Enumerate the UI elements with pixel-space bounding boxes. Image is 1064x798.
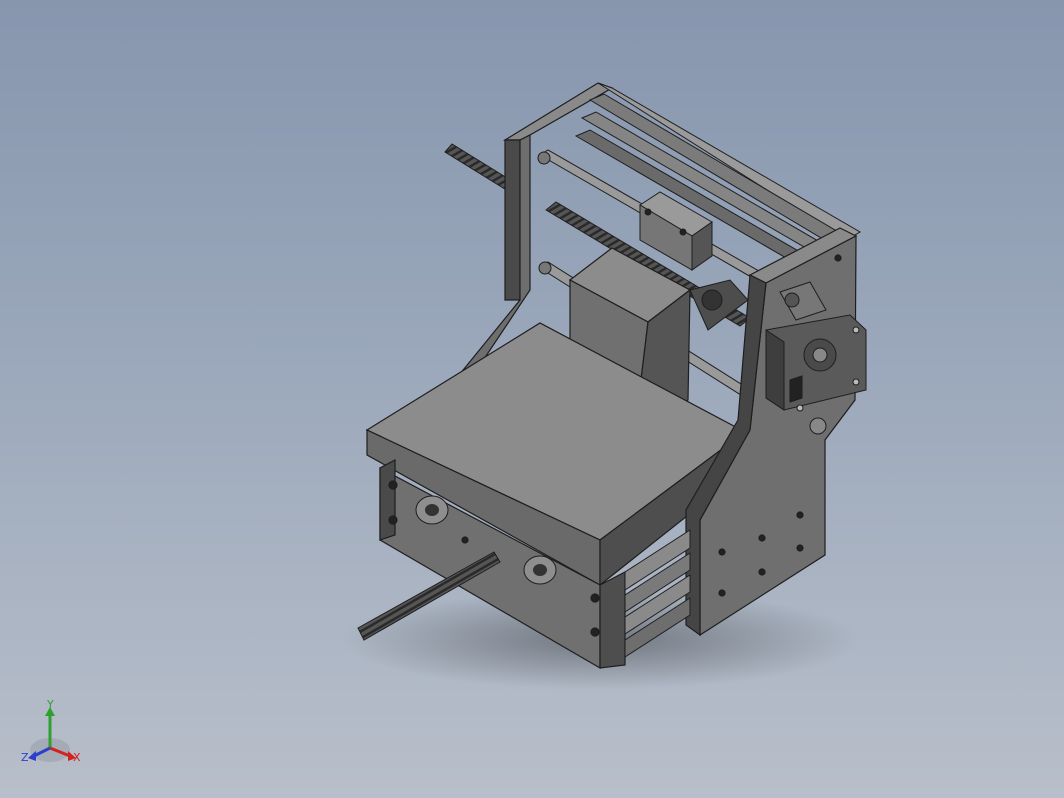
triad-z-label: Z	[21, 751, 29, 764]
triad-y-label: Y	[46, 700, 54, 711]
front-bearing-collar-left[interactable]	[415, 495, 449, 525]
view-orientation-triad[interactable]: Y X Z	[18, 700, 88, 772]
front-bearing-collar-right[interactable]	[523, 555, 557, 585]
lower-rod-end[interactable]	[809, 417, 827, 435]
triad-x-label: X	[73, 751, 81, 764]
cnc-assembly-model[interactable]	[0, 0, 1064, 798]
graphics-viewport[interactable]: Y X Z	[0, 0, 1064, 798]
